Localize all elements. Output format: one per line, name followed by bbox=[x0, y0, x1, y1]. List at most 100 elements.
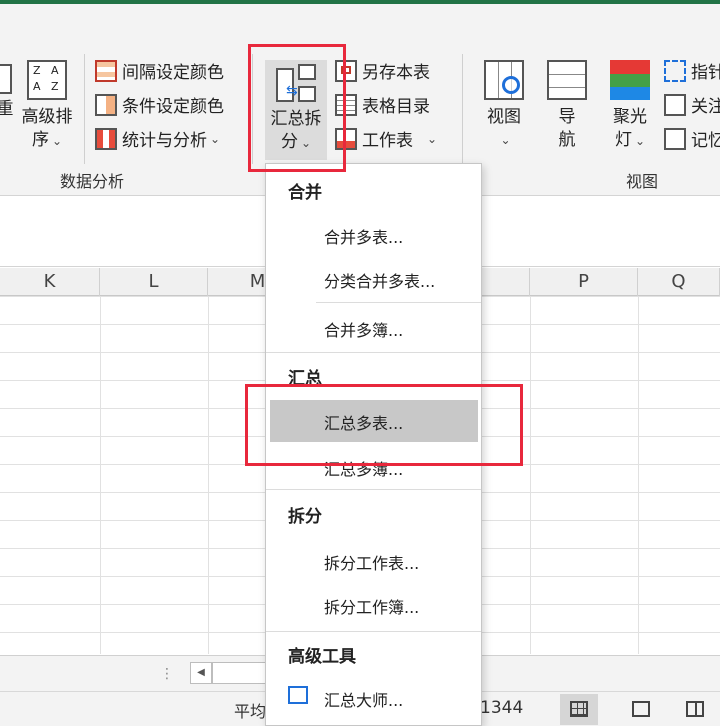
chevron-down-icon: ⌄ bbox=[300, 136, 312, 150]
grid-col-line bbox=[100, 296, 101, 654]
ribbon-separator bbox=[462, 54, 463, 164]
memory-button[interactable]: 记忆 bbox=[664, 126, 720, 151]
menu-section-summary: 汇总 bbox=[288, 369, 322, 389]
pointer-button[interactable]: 指针 bbox=[664, 58, 720, 83]
condition-color-label: 条件设定颜色 bbox=[122, 97, 224, 117]
tab-scroll-handle-icon[interactable]: ⋮ bbox=[160, 666, 174, 682]
summary-split-button[interactable]: ⇆ 汇总拆 分 ⌄ bbox=[265, 60, 327, 160]
partial-left-label: 重 bbox=[0, 99, 14, 119]
summary-master-icon bbox=[288, 686, 308, 704]
stats-analysis-button[interactable]: 统计与分析 ⌄ bbox=[95, 126, 220, 151]
menu-section-split: 拆分 bbox=[288, 507, 322, 527]
stats-analysis-label: 统计与分析 bbox=[122, 131, 207, 151]
page-layout-view-button[interactable] bbox=[622, 694, 660, 725]
spotlight-blue-band bbox=[610, 87, 650, 100]
menu-item-category-merge[interactable]: 分类合并多表... bbox=[324, 268, 435, 292]
view-group-label: 视图 bbox=[626, 172, 659, 191]
ribbon-separator bbox=[84, 54, 85, 164]
column-header[interactable]: P bbox=[530, 268, 638, 296]
advanced-sort-button[interactable]: Z A A Z 高级排 序 ⌄ bbox=[18, 60, 76, 153]
save-as-sheet-label: 另存本表 bbox=[362, 63, 430, 83]
scroll-left-button[interactable]: ◀ bbox=[190, 662, 212, 684]
spotlight-label-2: 灯 ⌄ bbox=[614, 130, 646, 150]
index-icon bbox=[335, 93, 357, 116]
menu-item-split-workbook[interactable]: 拆分工作簿... bbox=[324, 594, 419, 618]
horizontal-scrollbar[interactable] bbox=[212, 662, 266, 684]
menu-divider bbox=[316, 302, 481, 303]
menu-divider bbox=[266, 631, 481, 632]
grid-col-line bbox=[638, 296, 639, 654]
summary-split-label-2: 分 ⌄ bbox=[280, 132, 312, 152]
menu-item-summary-master[interactable]: 汇总大师... bbox=[324, 687, 403, 711]
menu-item-summary-sheets[interactable]: 汇总多表... bbox=[324, 410, 403, 434]
page-layout-icon bbox=[632, 701, 650, 717]
interval-color-label: 间隔设定颜色 bbox=[122, 63, 224, 83]
sort-az-icon: Z A A Z bbox=[27, 60, 67, 100]
memory-icon bbox=[664, 127, 686, 150]
menu-item-merge-workbooks[interactable]: 合并多簿... bbox=[324, 317, 403, 341]
pointer-icon bbox=[664, 59, 686, 82]
summary-split-label: 汇总拆 bbox=[270, 109, 322, 129]
condition-grid-icon bbox=[95, 93, 117, 116]
menu-divider bbox=[266, 352, 481, 353]
grid-color-icon bbox=[95, 59, 117, 82]
sheet-index-button[interactable]: 表格目录 bbox=[335, 92, 430, 117]
page-break-view-button[interactable] bbox=[676, 694, 714, 725]
follow-icon bbox=[664, 93, 686, 116]
advanced-sort-label: 高级排 bbox=[21, 107, 73, 127]
menu-item-summary-workbooks[interactable]: 汇总多簿... bbox=[324, 456, 403, 480]
chevron-down-icon: ⌄ bbox=[500, 133, 511, 147]
column-header[interactable]: L bbox=[100, 268, 208, 296]
menu-divider bbox=[266, 489, 481, 490]
pointer-label: 指针 bbox=[691, 63, 720, 83]
save-as-sheet-button[interactable]: 另存本表 bbox=[335, 58, 430, 83]
interval-color-button[interactable]: 间隔设定颜色 bbox=[95, 58, 224, 83]
spotlight-icon bbox=[610, 60, 650, 100]
condition-color-button[interactable]: 条件设定颜色 bbox=[95, 92, 224, 117]
stats-icon bbox=[95, 127, 117, 150]
average-label: 平均 bbox=[234, 702, 267, 721]
worksheet-button[interactable]: 工作表 ⌄ bbox=[335, 126, 437, 151]
grid-col-line bbox=[530, 296, 531, 654]
view-icon bbox=[484, 60, 524, 100]
view-label: 视图 bbox=[487, 107, 521, 127]
spotlight-button[interactable]: 聚光 灯 ⌄ bbox=[604, 60, 656, 153]
follow-label: 关注 bbox=[691, 97, 720, 117]
navigation-label: 导 bbox=[558, 107, 576, 127]
table-icon bbox=[0, 64, 12, 94]
sheet-index-label: 表格目录 bbox=[362, 97, 430, 117]
spotlight-green-band bbox=[610, 74, 650, 87]
grid-col-line bbox=[208, 296, 209, 654]
summary-split-menu: 合并 合并多表... 分类合并多表... 合并多簿... 汇总 汇总多表... … bbox=[265, 163, 482, 726]
view-button[interactable]: 视图 ⌄ bbox=[478, 60, 530, 152]
spotlight-red-band bbox=[610, 60, 650, 74]
navigation-label-2: 航 bbox=[558, 130, 576, 150]
data-analysis-group-label: 数据分析 bbox=[60, 172, 125, 191]
summary-split-icon: ⇆ bbox=[276, 64, 316, 104]
chevron-down-icon: ⌄ bbox=[634, 134, 646, 148]
advanced-sort-label-2: 序 ⌄ bbox=[31, 130, 63, 150]
worksheet-label: 工作表 bbox=[362, 131, 413, 151]
worksheet-icon bbox=[335, 127, 357, 150]
normal-view-button[interactable] bbox=[560, 694, 598, 725]
spotlight-label: 聚光 bbox=[613, 107, 647, 127]
save-sheet-icon bbox=[335, 59, 357, 82]
follow-button[interactable]: 关注 bbox=[664, 92, 720, 117]
chevron-down-icon: ⌄ bbox=[51, 134, 63, 148]
menu-item-split-sheet[interactable]: 拆分工作表... bbox=[324, 550, 419, 574]
menu-section-merge: 合并 bbox=[288, 183, 322, 203]
column-header[interactable]: Q bbox=[638, 268, 720, 296]
navigation-icon bbox=[547, 60, 587, 100]
column-header[interactable]: K bbox=[0, 268, 100, 296]
ribbon-separator bbox=[252, 54, 253, 164]
navigation-button[interactable]: 导 航 bbox=[542, 60, 592, 152]
chevron-down-icon: ⌄ bbox=[427, 131, 438, 146]
menu-section-advanced: 高级工具 bbox=[288, 647, 356, 667]
chevron-down-icon: ⌄ bbox=[210, 131, 221, 146]
page-break-icon bbox=[686, 701, 704, 717]
memory-label: 记忆 bbox=[691, 131, 720, 151]
partial-left-button[interactable]: 重 bbox=[0, 64, 16, 121]
menu-item-merge-sheets[interactable]: 合并多表... bbox=[324, 224, 403, 248]
grid-view-icon bbox=[570, 701, 588, 717]
count-value: 1344 bbox=[480, 698, 524, 718]
